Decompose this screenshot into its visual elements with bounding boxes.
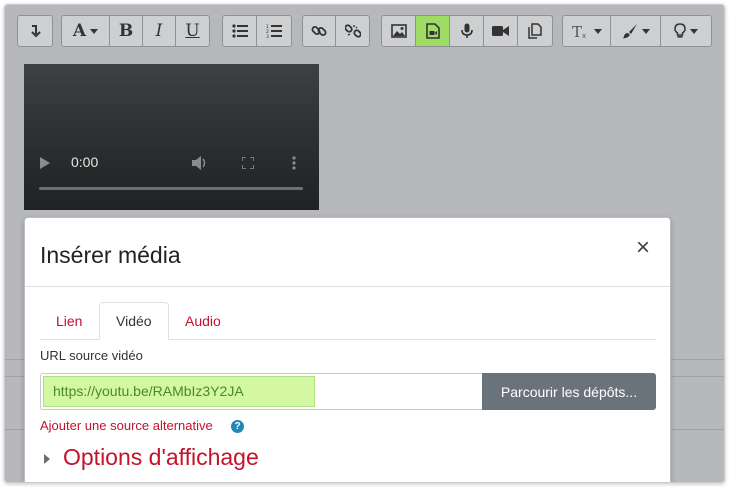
numbered-list-icon: 1 2 3 <box>266 24 282 39</box>
image-button[interactable] <box>382 16 416 46</box>
chevron-down-icon <box>690 28 698 34</box>
collapse-icon <box>31 25 41 38</box>
manage-files-button[interactable] <box>518 16 552 46</box>
toolbar-group-lists: 1 2 3 <box>222 15 292 47</box>
video-url-input[interactable]: https://youtu.be/RAMbIz3Y2JA <box>40 373 482 410</box>
divider <box>25 286 670 287</box>
lightbulb-button[interactable] <box>661 16 711 46</box>
editor-frame: A B I U 1 2 3 T x 0:00 Insérer média × L… <box>4 4 725 483</box>
toolbar-group-links <box>302 15 370 47</box>
fullscreen-icon[interactable] <box>242 157 254 169</box>
insert-media-dialog: Insérer média × Lien Vidéo Audio URL sou… <box>24 217 671 482</box>
chevron-down-icon <box>641 28 650 34</box>
italic-button[interactable]: I <box>143 16 176 46</box>
editor-toolbar: A B I U 1 2 3 T x <box>5 5 724 57</box>
manage-files-icon <box>528 23 542 39</box>
video-time: 0:00 <box>71 154 99 170</box>
clear-format-icon: T x <box>572 23 586 39</box>
chevron-down-icon <box>593 28 602 34</box>
url-source-label: URL source vidéo <box>40 348 143 363</box>
toolbar-group-collapse <box>17 15 53 47</box>
help-icon[interactable]: ? <box>231 420 244 433</box>
video-url-value[interactable]: https://youtu.be/RAMbIz3Y2JA <box>43 376 315 407</box>
link-button[interactable] <box>303 16 336 46</box>
italic-icon: I <box>155 21 163 41</box>
play-icon[interactable] <box>40 157 50 169</box>
paintbrush-button[interactable] <box>611 16 661 46</box>
bold-icon: B <box>118 21 134 41</box>
toolbar-group-text: A B I U <box>61 15 210 47</box>
toolbar-group-format: T x <box>562 15 712 47</box>
browse-repositories-button[interactable]: Parcourir les dépôts... <box>482 373 656 410</box>
bullet-list-button[interactable] <box>223 16 257 46</box>
video-camera-icon <box>492 26 509 36</box>
font-size-button[interactable]: A <box>62 16 110 46</box>
dialog-title: Insérer média <box>40 242 181 268</box>
media-button[interactable] <box>416 16 450 46</box>
svg-text:3: 3 <box>266 34 269 39</box>
lightbulb-icon <box>674 23 686 38</box>
media-icon <box>425 23 440 39</box>
tab-link[interactable]: Lien <box>40 302 98 340</box>
tab-video[interactable]: Vidéo <box>99 302 169 340</box>
microphone-button[interactable] <box>450 16 484 46</box>
chevron-right-icon[interactable] <box>44 454 50 464</box>
display-options-toggle[interactable]: Options d'affichage <box>63 444 259 471</box>
video-player[interactable]: 0:00 <box>24 64 319 210</box>
video-progress-bar[interactable] <box>39 187 303 190</box>
unlink-icon <box>344 24 361 38</box>
microphone-icon <box>460 23 473 38</box>
more-options-icon[interactable] <box>292 156 296 170</box>
bold-button[interactable]: B <box>110 16 143 46</box>
add-alternative-source-link[interactable]: Ajouter une source alternative <box>40 418 213 433</box>
toolbar-group-media <box>381 15 553 47</box>
font-size-icon: A <box>72 21 87 41</box>
svg-text:x: x <box>582 32 586 39</box>
close-icon[interactable]: × <box>636 236 650 260</box>
media-type-tabs: Lien Vidéo Audio <box>40 302 656 340</box>
numbered-list-button[interactable]: 1 2 3 <box>257 16 291 46</box>
unlink-button[interactable] <box>336 16 369 46</box>
bullet-list-icon <box>231 24 248 38</box>
svg-text:T: T <box>572 23 582 39</box>
image-icon <box>390 24 407 38</box>
link-icon <box>311 26 327 36</box>
underline-button[interactable]: U <box>176 16 209 46</box>
clear-format-button[interactable]: T x <box>563 16 611 46</box>
video-camera-button[interactable] <box>484 16 518 46</box>
collapse-button[interactable] <box>18 16 52 46</box>
chevron-down-icon <box>90 28 99 34</box>
paintbrush-icon <box>621 24 637 39</box>
volume-icon[interactable] <box>192 156 208 170</box>
underline-icon: U <box>185 21 200 41</box>
tab-audio[interactable]: Audio <box>169 302 237 340</box>
